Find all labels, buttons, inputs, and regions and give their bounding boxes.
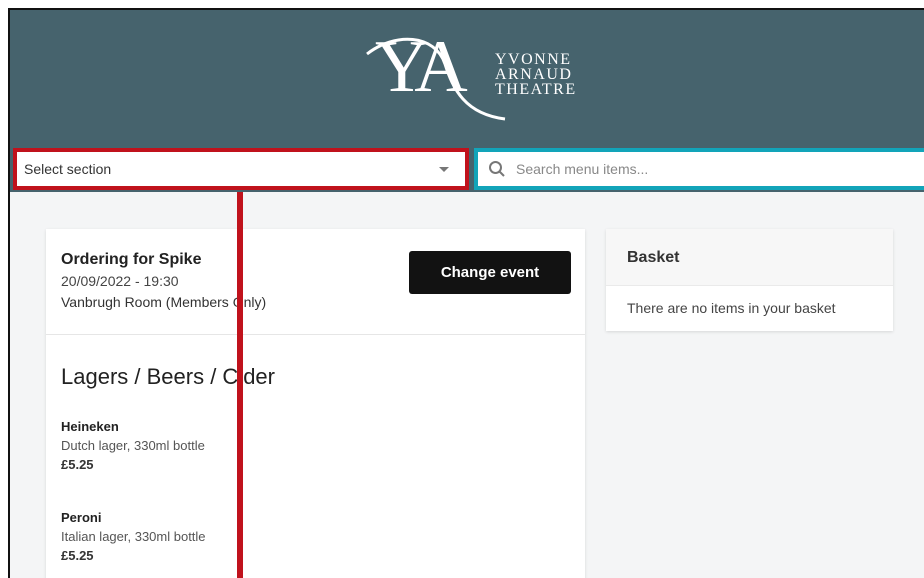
menu-item-desc: Dutch lager, 330ml bottle bbox=[61, 438, 205, 453]
annotation-connector-line bbox=[237, 192, 243, 578]
logo-word: ARNAUD bbox=[495, 66, 573, 83]
search-input[interactable] bbox=[516, 161, 924, 177]
app-frame: YA YVONNE ARNAUD THEATRE Select section … bbox=[8, 8, 924, 578]
menu-item-price: £5.25 bbox=[61, 548, 94, 563]
logo-letters: YA bbox=[375, 26, 468, 108]
menu-item-name: Peroni bbox=[61, 510, 102, 525]
menu-item[interactable]: Heineken Dutch lager, 330ml bottle £5.25 bbox=[61, 419, 205, 472]
menu-item-desc: Italian lager, 330ml bottle bbox=[61, 529, 206, 544]
logo-word: YVONNE bbox=[495, 51, 572, 68]
event-room: Vanbrugh Room (Members Only) bbox=[61, 294, 267, 310]
basket-panel: Basket There are no items in your basket bbox=[606, 229, 893, 331]
change-event-button[interactable]: Change event bbox=[409, 251, 571, 294]
event-title: Ordering for Spike bbox=[61, 251, 202, 268]
menu-card: Ordering for Spike 20/09/2022 - 19:30 Va… bbox=[46, 229, 585, 578]
divider bbox=[46, 334, 585, 335]
site-header: YA YVONNE ARNAUD THEATRE bbox=[10, 10, 924, 146]
theatre-logo[interactable]: YA YVONNE ARNAUD THEATRE bbox=[365, 24, 605, 124]
menu-toolbar: Select section bbox=[10, 146, 924, 192]
menu-item[interactable]: Peroni Italian lager, 330ml bottle £5.25 bbox=[61, 510, 206, 563]
section-select[interactable]: Select section bbox=[13, 148, 469, 190]
basket-empty-message: There are no items in your basket bbox=[627, 300, 836, 316]
menu-item-price: £5.25 bbox=[61, 457, 94, 472]
menu-item-name: Heineken bbox=[61, 419, 119, 434]
search-icon bbox=[489, 161, 505, 177]
basket-title: Basket bbox=[606, 229, 893, 286]
event-datetime: 20/09/2022 - 19:30 bbox=[61, 273, 179, 289]
logo-word: THEATRE bbox=[495, 81, 577, 98]
chevron-down-icon bbox=[439, 166, 449, 172]
search-box[interactable] bbox=[474, 148, 924, 190]
section-select-value: Select section bbox=[24, 161, 112, 177]
event-info: Ordering for Spike 20/09/2022 - 19:30 Va… bbox=[61, 251, 266, 310]
logo-wordmark: YVONNE ARNAUD THEATRE bbox=[495, 51, 577, 98]
